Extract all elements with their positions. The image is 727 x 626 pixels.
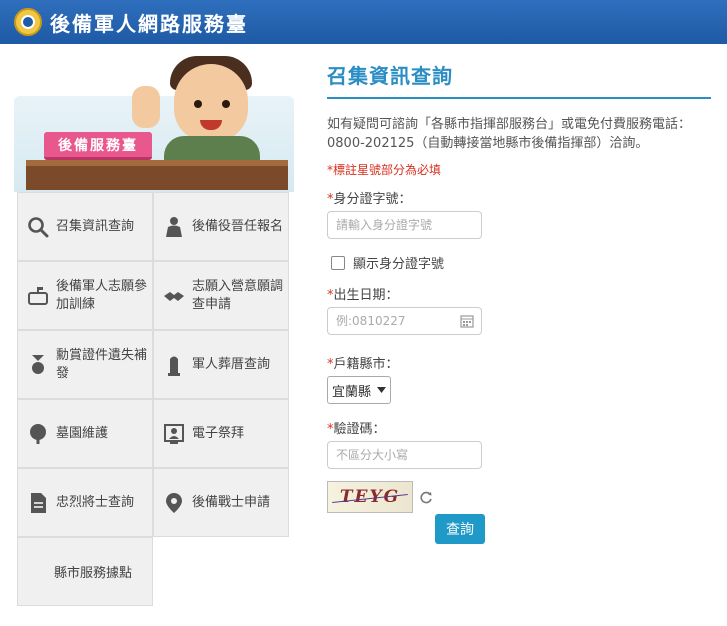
show-id-row[interactable]: 顯示身分證字號 [327, 253, 711, 272]
monument-icon [162, 351, 186, 379]
calendar-icon[interactable] [460, 314, 474, 328]
birth-date-field[interactable] [327, 307, 482, 335]
document-icon [26, 489, 50, 517]
person-icon [162, 213, 186, 241]
menu-item-enlistment-survey[interactable]: 志願入營意願調查申請 [153, 261, 289, 330]
county-label: *戶籍縣市： [327, 357, 399, 372]
county-select[interactable]: 宜蘭縣 [327, 376, 391, 404]
birth-label: *出生日期： [327, 288, 399, 303]
service-menu: 召集資訊查詢 後備役晉任報名 後備軍人志願參加訓練 志願入營意願調查申請 勳賞證… [17, 192, 289, 606]
portrait-icon [162, 420, 186, 448]
medal-icon [26, 351, 50, 379]
refresh-icon[interactable] [419, 490, 433, 504]
menu-item-medal-reissue[interactable]: 勳賞證件遺失補發 [17, 330, 153, 399]
menu-item-county-service-points[interactable]: 縣市服務據點 [17, 537, 153, 606]
hero-badge: 後備服務臺 [44, 132, 152, 160]
menu-item-e-memorial[interactable]: 電子祭拜 [153, 399, 289, 468]
emblem-icon[interactable] [14, 8, 42, 36]
search-icon [26, 213, 50, 241]
menu-item-cemetery-maintenance[interactable]: 墓園維護 [17, 399, 153, 468]
page-title: 召集資訊查詢 [327, 60, 711, 99]
menu-item-reserve-warrior[interactable]: 後備戰士申請 [153, 468, 289, 537]
location-pin-icon [162, 489, 186, 517]
id-number-input[interactable] [327, 211, 482, 239]
menu-item-recall-query[interactable]: 召集資訊查詢 [17, 192, 153, 261]
chevron-down-icon [377, 387, 386, 393]
id-label: *身分證字號： [327, 192, 412, 207]
desk [26, 160, 288, 190]
site-header: 後備軍人網路服務臺 [0, 0, 727, 44]
captcha-image: TEYG [327, 481, 413, 513]
intro-text: 如有疑問可諮詢「各縣市指揮部服務台」或電免付費服務電話：0800-202125（… [327, 117, 692, 151]
site-title[interactable]: 後備軍人網路服務臺 [50, 8, 248, 37]
required-note: *標註星號部分為必填 [327, 163, 442, 177]
birth-date-input[interactable] [327, 307, 482, 335]
tree-icon [26, 420, 50, 448]
show-id-checkbox[interactable] [331, 255, 345, 270]
captcha-label: *驗證碼： [327, 422, 386, 437]
captcha-row: TEYG [327, 481, 711, 513]
menu-item-promotion-signup[interactable]: 後備役晉任報名 [153, 192, 289, 261]
menu-item-volunteer-training[interactable]: 後備軍人志願參加訓練 [17, 261, 153, 330]
menu-item-martyr-query[interactable]: 忠烈將士查詢 [17, 468, 153, 537]
submit-button[interactable]: 查詢 [435, 514, 485, 544]
hero-banner: 後備服務臺 [14, 56, 294, 192]
mailbox-icon [26, 282, 50, 310]
menu-item-burial-query[interactable]: 軍人葬厝查詢 [153, 330, 289, 399]
recall-query-form: 召集資訊查詢 如有疑問可諮詢「各縣市指揮部服務台」或電免付費服務電話：0800-… [327, 60, 711, 513]
captcha-input[interactable] [327, 441, 482, 469]
handshake-icon [162, 282, 186, 310]
